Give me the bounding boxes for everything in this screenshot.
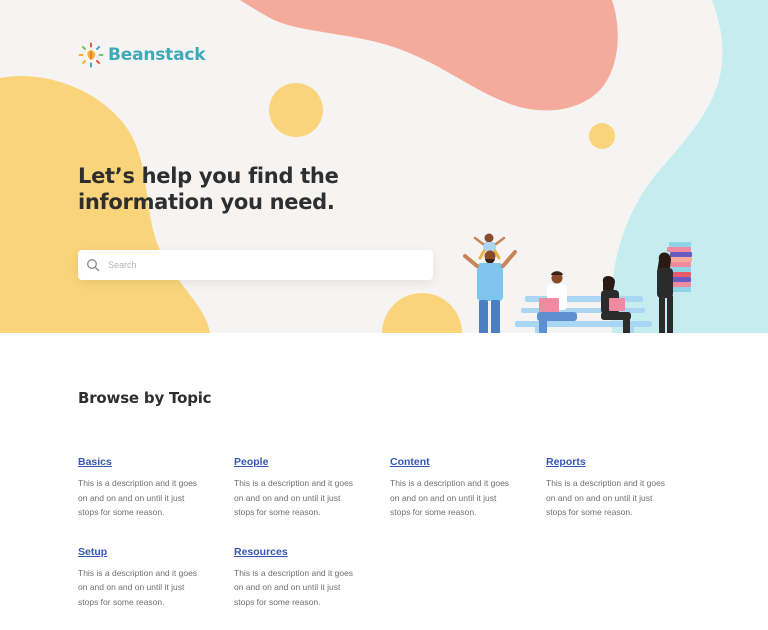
hero-banner: Beanstack Let’s help you find the inform…: [0, 0, 768, 333]
search-box[interactable]: [78, 250, 433, 280]
beanstack-logo-icon: [78, 42, 104, 68]
topic-description: This is a description and it goes on and…: [390, 478, 510, 517]
yellow-circle-small: [589, 123, 615, 149]
search-input[interactable]: [108, 260, 428, 270]
topic-card-people: People This is a description and it goes…: [234, 452, 390, 520]
topic-link-setup[interactable]: Setup: [78, 546, 107, 558]
topic-link-resources[interactable]: Resources: [234, 546, 288, 558]
brand-name: Beanstack: [108, 45, 206, 65]
topic-card-reports: Reports This is a description and it goe…: [546, 452, 702, 520]
search-icon: [87, 259, 100, 272]
topic-link-reports[interactable]: Reports: [546, 456, 586, 468]
topic-description: This is a description and it goes on and…: [234, 567, 354, 607]
reading-people-illustration: [463, 233, 692, 333]
page-headline: Let’s help you find the information you …: [78, 164, 339, 214]
topic-grid: Basics This is a description and it goes…: [78, 452, 698, 609]
topic-card-content: Content This is a description and it goe…: [390, 452, 546, 520]
yellow-semicircle: [382, 293, 462, 333]
topic-description: This is a description and it goes on and…: [78, 478, 198, 517]
topic-link-people[interactable]: People: [234, 456, 268, 468]
topic-card-resources: Resources This is a description and it g…: [234, 542, 390, 610]
topic-link-content[interactable]: Content: [390, 456, 430, 468]
topic-card-basics: Basics This is a description and it goes…: [78, 452, 234, 520]
topic-description: This is a description and it goes on and…: [234, 478, 354, 517]
topic-link-basics[interactable]: Basics: [78, 456, 112, 468]
yellow-circle-large: [269, 83, 323, 137]
brand-logo[interactable]: Beanstack: [78, 42, 206, 68]
topic-description: This is a description and it goes on and…: [546, 478, 666, 517]
topic-card-setup: Setup This is a description and it goes …: [78, 542, 234, 610]
topic-description: This is a description and it goes on and…: [78, 567, 198, 607]
browse-by-topic-heading: Browse by Topic: [78, 389, 212, 407]
